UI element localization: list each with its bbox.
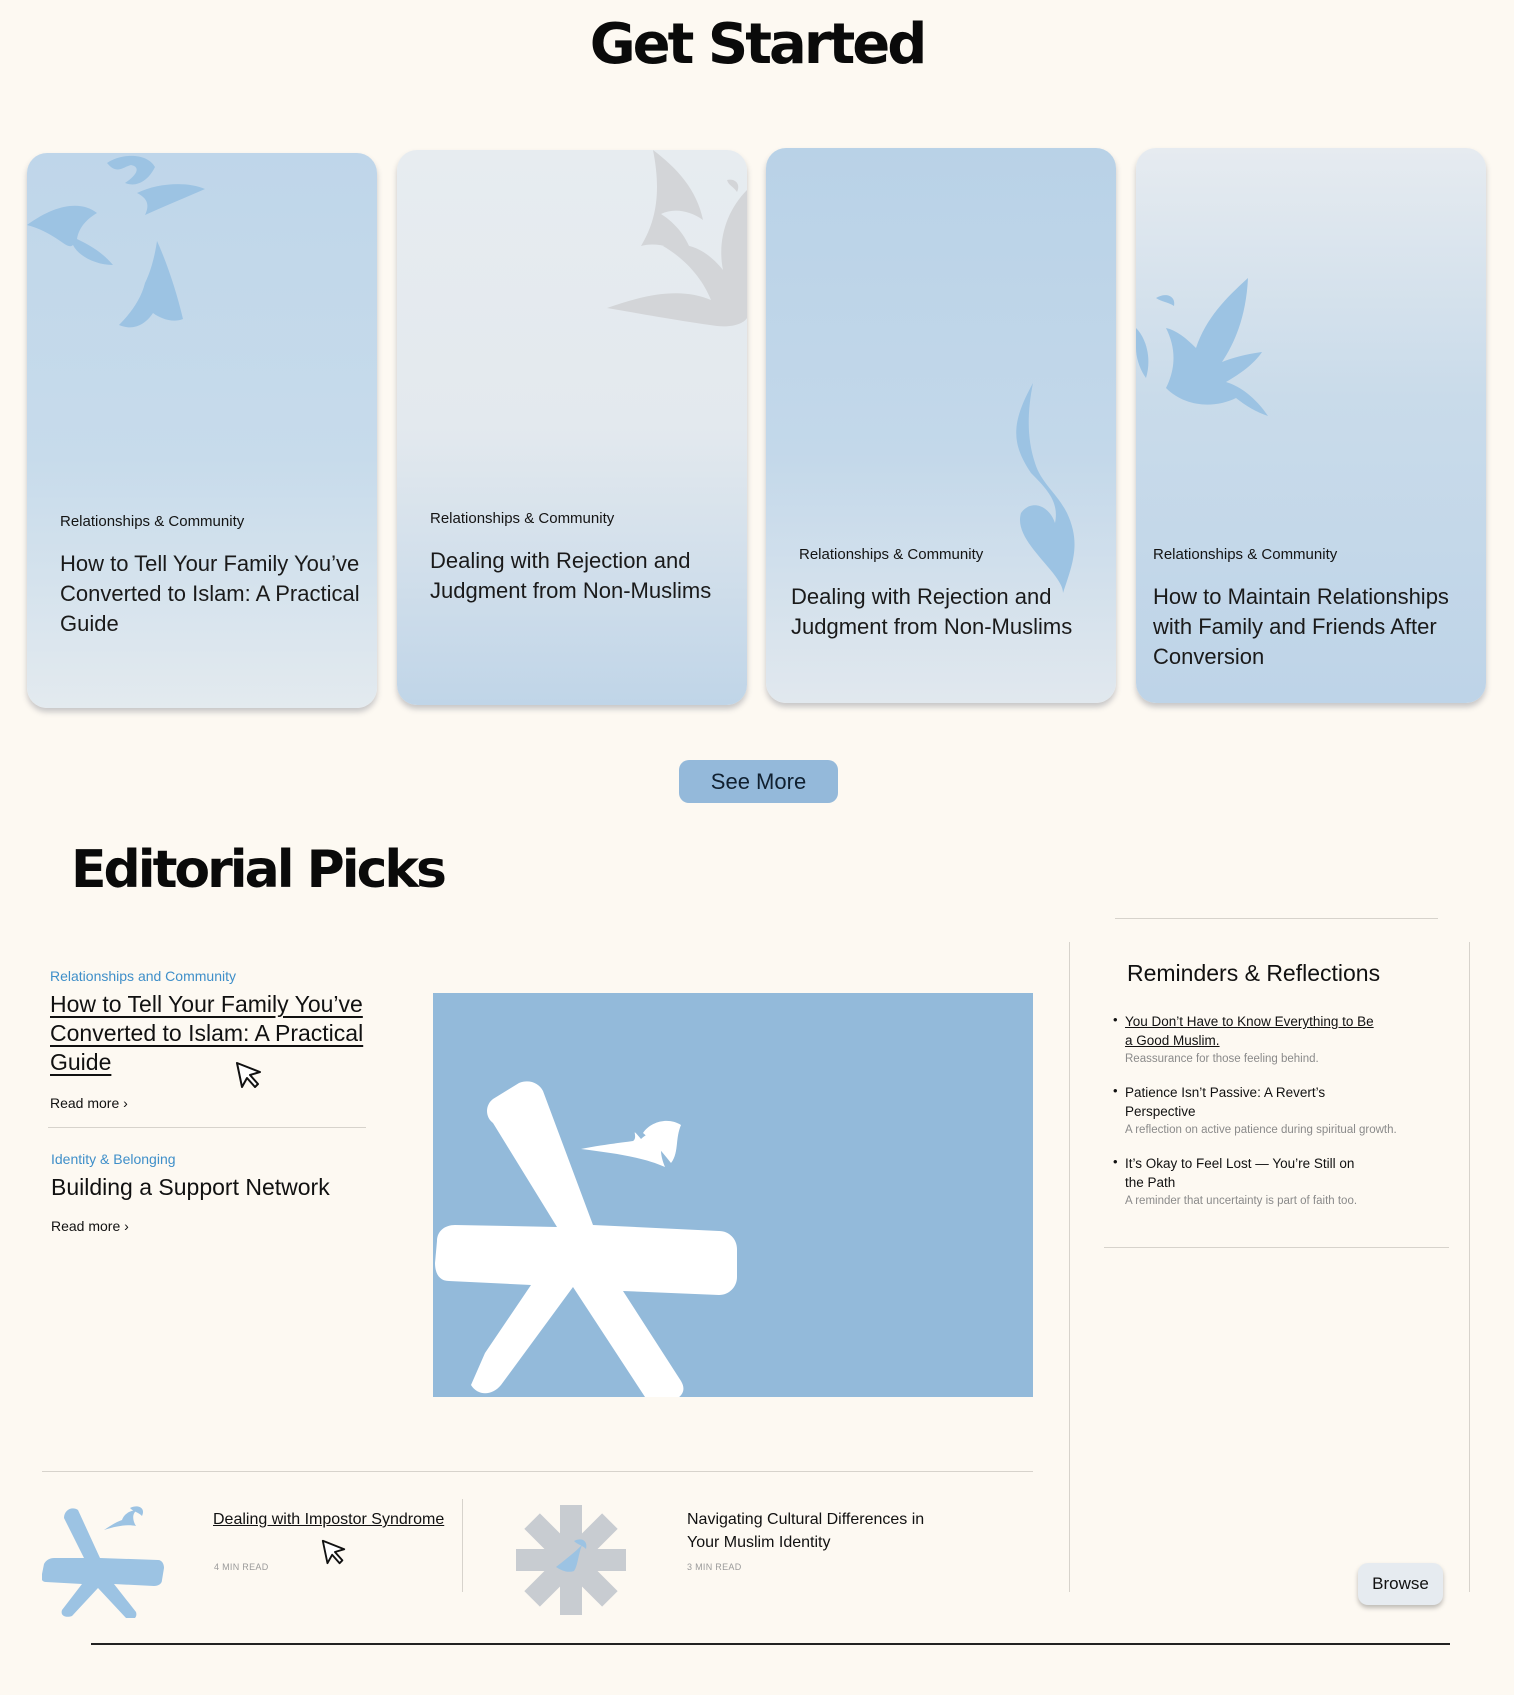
get-started-heading: Get Started	[589, 12, 928, 77]
flame-calligraphy-icon	[1016, 383, 1075, 593]
article-card-2[interactable]: Relationships & Community Dealing with R…	[397, 150, 747, 705]
mini-article-title-link[interactable]: Dealing with Impostor Syndrome	[213, 1508, 473, 1531]
card-category: Relationships & Community	[799, 546, 984, 563]
reflection-desc: A reflection on active patience during s…	[1125, 1124, 1397, 1136]
editorial-hero-image[interactable]	[433, 993, 1033, 1397]
reflection-title-link[interactable]: It’s Okay to Feel Lost — You’re Still on…	[1125, 1154, 1375, 1192]
sidebar-border-right	[1469, 942, 1470, 1592]
leaf-calligraphy-icon	[607, 150, 747, 327]
card-category: Relationships & Community	[60, 513, 245, 530]
read-time: 3 MIN READ	[687, 1562, 742, 1572]
blue-asterisk-thumbnail-icon[interactable]	[42, 1500, 164, 1618]
gray-asterisk-thumbnail-icon[interactable]	[516, 1505, 626, 1615]
sidebar-top-rule	[1115, 918, 1438, 919]
bullet-icon: •	[1113, 1083, 1118, 1098]
editorial-second-title-link[interactable]: Building a Support Network	[51, 1174, 330, 1201]
bullet-icon: •	[1113, 1012, 1118, 1027]
bullet-icon: •	[1113, 1154, 1118, 1169]
sidebar-bottom-rule	[1104, 1247, 1449, 1248]
asterisk-calligraphy-icon	[435, 1081, 737, 1397]
mouse-pointer-icon	[236, 1062, 261, 1088]
article-card-4[interactable]: Relationships & Community How to Maintai…	[1136, 148, 1486, 703]
read-more-link[interactable]: Read more ›	[51, 1218, 129, 1234]
card-title: How to Maintain Relationships with Famil…	[1153, 584, 1449, 669]
sidebar-title: Reminders & Reflections	[1127, 960, 1381, 986]
browse-button[interactable]: Browse	[1358, 1563, 1443, 1605]
see-more-button[interactable]: See More	[679, 760, 838, 803]
reflection-title-link[interactable]: You Don’t Have to Know Everything to Be …	[1125, 1012, 1375, 1050]
editorial-second-category: Identity & Belonging	[51, 1151, 176, 1167]
calligraphy-motif-icon	[27, 155, 205, 328]
article-card-3[interactable]: Relationships & Community Dealing with R…	[766, 148, 1116, 703]
card-title: How to Tell Your Family You’ve Converted…	[60, 551, 360, 636]
article-card-1[interactable]: Relationships & Community How to Tell Yo…	[27, 153, 377, 708]
divider	[48, 1127, 366, 1128]
card-title: Dealing with Rejection and Judgment from…	[430, 548, 712, 603]
divider	[42, 1471, 1033, 1472]
mouse-pointer-icon	[321, 1539, 346, 1565]
page: Get Started Relationships & Community Ho…	[0, 0, 1514, 1695]
card-category: Relationships & Community	[1153, 546, 1338, 563]
leaf-calligraphy-icon	[1136, 278, 1268, 416]
reflection-title-link[interactable]: Patience Isn’t Passive: A Revert’s Persp…	[1125, 1083, 1375, 1121]
sidebar-border-left	[1069, 942, 1070, 1592]
reflection-desc: Reassurance for those feeling behind.	[1125, 1053, 1319, 1065]
card-category: Relationships & Community	[430, 510, 615, 527]
editorial-main-title-link[interactable]: How to Tell Your Family You’ve Converted…	[50, 990, 380, 1077]
editorial-picks-heading: Editorial Picks	[71, 840, 447, 900]
card-title: Dealing with Rejection and Judgment from…	[791, 584, 1073, 639]
reflection-item[interactable]: • Patience Isn’t Passive: A Revert’s Per…	[1113, 1083, 1433, 1136]
reflection-desc: A reminder that uncertainty is part of f…	[1125, 1195, 1358, 1207]
mini-article-title-link[interactable]: Navigating Cultural Differences in Your …	[687, 1508, 947, 1554]
read-more-link[interactable]: Read more ›	[50, 1095, 128, 1111]
footer-rule	[91, 1643, 1450, 1645]
editorial-main-category: Relationships and Community	[50, 968, 236, 984]
reflection-item[interactable]: • It’s Okay to Feel Lost — You’re Still …	[1113, 1154, 1433, 1207]
reflection-item[interactable]: • You Don’t Have to Know Everything to B…	[1113, 1012, 1433, 1065]
read-time: 4 MIN READ	[214, 1562, 269, 1572]
